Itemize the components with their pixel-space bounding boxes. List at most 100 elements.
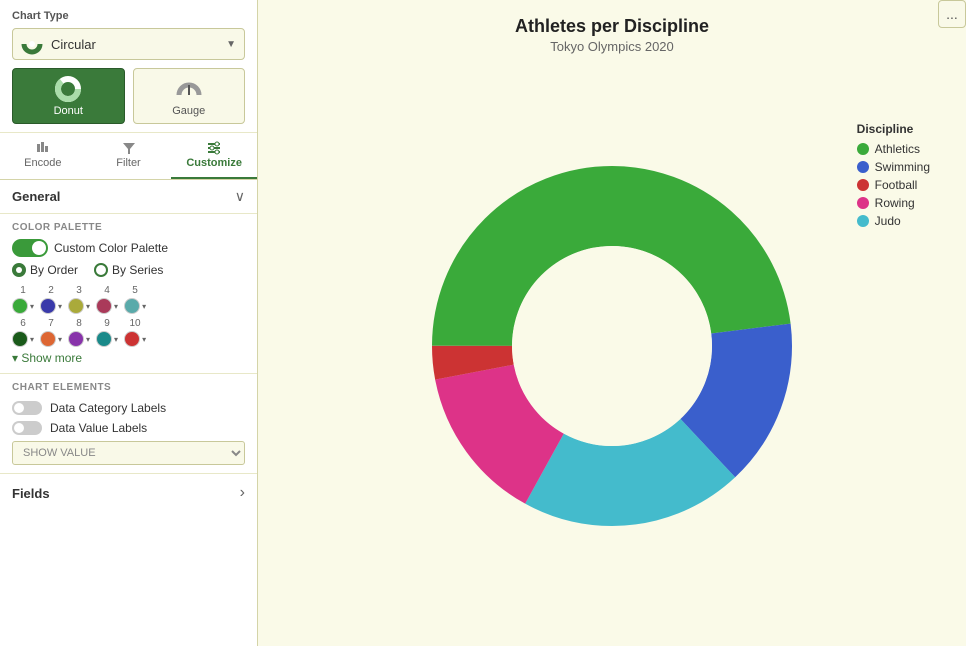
- color-arrow-8: ▾: [86, 335, 90, 344]
- chart-area: Discipline Athletics Swimming Football R…: [274, 62, 950, 630]
- color-arrow-5: ▾: [142, 302, 146, 311]
- tab-customize-label: Customize: [186, 157, 242, 169]
- color-arrow-10: ▾: [142, 335, 146, 344]
- legend-dot-judo: [857, 215, 869, 227]
- color-dot-5[interactable]: [124, 298, 140, 314]
- radio-by-order[interactable]: By Order: [12, 263, 78, 277]
- color-num-10: 10: [130, 318, 141, 329]
- gauge-button[interactable]: Gauge: [133, 68, 246, 124]
- color-item-8: 8 ▾: [68, 318, 90, 347]
- color-arrow-3: ▾: [86, 302, 90, 311]
- donut-label: Donut: [54, 105, 83, 117]
- color-dot-3[interactable]: [68, 298, 84, 314]
- radio-by-series[interactable]: By Series: [94, 263, 163, 277]
- chevron-down-icon: ▼: [226, 39, 236, 50]
- color-arrow-4: ▾: [114, 302, 118, 311]
- color-dot-2[interactable]: [40, 298, 56, 314]
- legend-label-judo: Judo: [875, 214, 901, 228]
- chart-type-buttons: Donut Gauge: [12, 68, 245, 124]
- chart-elements-section: CHART ELEMENTS Data Category Labels Data…: [0, 374, 257, 474]
- fields-section[interactable]: Fields ›: [0, 474, 257, 512]
- color-dot-4[interactable]: [96, 298, 112, 314]
- more-button[interactable]: ...: [938, 0, 966, 28]
- chart-header: Athletes per Discipline Tokyo Olympics 2…: [274, 16, 950, 54]
- chart-type-selected: Circular: [51, 37, 226, 52]
- gauge-icon: [175, 75, 203, 103]
- legend-dot-rowing: [857, 197, 869, 209]
- color-dot-9[interactable]: [96, 331, 112, 347]
- color-item-3: 3 ▾: [68, 285, 90, 314]
- color-item-1: 1 ▾: [12, 285, 34, 314]
- circular-icon: [21, 33, 43, 55]
- tabs-row: Encode Filter Customize: [0, 133, 257, 180]
- radio-by-series-label: By Series: [112, 263, 163, 277]
- show-value-select[interactable]: SHOW VALUE PERCENTAGE BOTH: [12, 441, 245, 465]
- color-row-2: 6 ▾ 7 ▾ 8 ▾ 9: [12, 318, 245, 347]
- color-dot-6[interactable]: [12, 331, 28, 347]
- customize-icon: [207, 141, 221, 155]
- show-more-button[interactable]: ▾ Show more: [12, 351, 245, 365]
- general-title: General: [12, 189, 60, 204]
- color-item-4: 4 ▾: [96, 285, 118, 314]
- color-item-6: 6 ▾: [12, 318, 34, 347]
- value-labels-toggle[interactable]: [12, 421, 42, 435]
- color-dot-1[interactable]: [12, 298, 28, 314]
- category-labels-toggle[interactable]: [12, 401, 42, 415]
- color-arrow-2: ▾: [58, 302, 62, 311]
- tab-encode-label: Encode: [24, 157, 61, 169]
- color-row-1: 1 ▾ 2 ▾ 3 ▾ 4: [12, 285, 245, 314]
- left-panel: Chart Type Circular ▼ Donut: [0, 0, 258, 646]
- color-num-7: 7: [48, 318, 54, 329]
- category-labels-row: Data Category Labels: [12, 401, 245, 415]
- color-item-9: 9 ▾: [96, 318, 118, 347]
- chart-type-section: Chart Type Circular ▼ Donut: [0, 0, 257, 133]
- chart-subtitle: Tokyo Olympics 2020: [274, 39, 950, 54]
- color-item-10: 10 ▾: [124, 318, 146, 347]
- color-num-9: 9: [104, 318, 110, 329]
- color-arrow-9: ▾: [114, 335, 118, 344]
- radio-by-order-label: By Order: [30, 263, 78, 277]
- color-dot-8[interactable]: [68, 331, 84, 347]
- tab-encode[interactable]: Encode: [0, 133, 86, 179]
- general-header[interactable]: General ∨: [12, 188, 245, 205]
- chart-title: Athletes per Discipline: [274, 16, 950, 37]
- color-item-5: 5 ▾: [124, 285, 146, 314]
- chart-legend: Discipline Athletics Swimming Football R…: [857, 122, 930, 232]
- gauge-label: Gauge: [172, 105, 205, 117]
- color-num-3: 3: [76, 285, 82, 296]
- color-item-7: 7 ▾: [40, 318, 62, 347]
- main-area: ... Athletes per Discipline Tokyo Olympi…: [258, 0, 966, 646]
- general-section: General ∨: [0, 180, 257, 214]
- color-arrow-1: ▾: [30, 302, 34, 311]
- palette-radio-row: By Order By Series: [12, 263, 245, 277]
- color-num-1: 1: [20, 285, 26, 296]
- tab-customize[interactable]: Customize: [171, 133, 257, 179]
- color-arrow-7: ▾: [58, 335, 62, 344]
- filter-icon: [122, 141, 136, 155]
- color-item-2: 2 ▾: [40, 285, 62, 314]
- chart-type-label: Chart Type: [12, 10, 245, 22]
- legend-title: Discipline: [857, 122, 930, 136]
- donut-button[interactable]: Donut: [12, 68, 125, 124]
- legend-label-athletics: Athletics: [875, 142, 920, 156]
- show-value-row: SHOW VALUE PERCENTAGE BOTH: [12, 441, 245, 465]
- donut-chart: [402, 136, 822, 556]
- color-dot-10[interactable]: [124, 331, 140, 347]
- chart-type-dropdown[interactable]: Circular ▼: [12, 28, 245, 60]
- donut-center: [512, 246, 712, 446]
- legend-dot-athletics: [857, 143, 869, 155]
- radio-by-series-circle: [94, 263, 108, 277]
- legend-label-rowing: Rowing: [875, 196, 915, 210]
- legend-item-swimming: Swimming: [857, 160, 930, 174]
- color-num-8: 8: [76, 318, 82, 329]
- chevron-right-icon: ›: [240, 484, 245, 502]
- legend-label-swimming: Swimming: [875, 160, 930, 174]
- radio-by-order-circle: [12, 263, 26, 277]
- color-dot-7[interactable]: [40, 331, 56, 347]
- custom-palette-toggle[interactable]: [12, 239, 48, 257]
- chevron-down-icon: ∨: [235, 188, 245, 205]
- fields-title: Fields: [12, 486, 50, 501]
- color-num-5: 5: [132, 285, 138, 296]
- custom-palette-toggle-row: Custom Color Palette: [12, 239, 245, 257]
- tab-filter[interactable]: Filter: [86, 133, 172, 179]
